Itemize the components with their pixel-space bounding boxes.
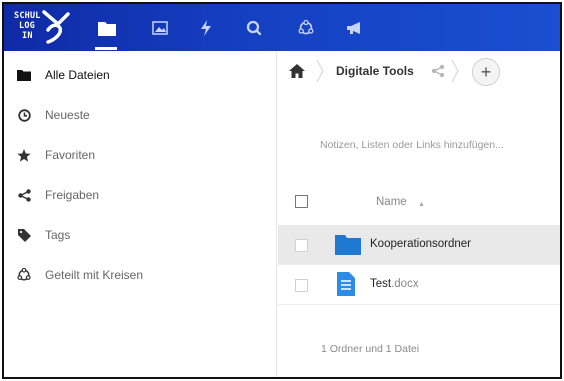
select-all-checkbox[interactable] [295,195,308,208]
share-icon[interactable] [431,64,445,78]
file-count-summary: 1 Ordner und 1 Datei [321,343,420,355]
folder-icon [17,68,31,82]
document-icon [337,272,355,296]
sidebar: Alle Dateien Neueste Favoriten Freigaben… [4,51,277,377]
folder-icon [335,235,361,255]
circles-icon[interactable] [294,16,318,40]
top-header: SCHUL LOG IN [4,4,560,51]
row-checkbox[interactable] [295,279,308,292]
sidebar-item-neueste[interactable]: Neueste [4,95,276,135]
logo-line-2: LOG [19,21,35,31]
share-icon [17,188,31,202]
schul-logo[interactable]: SCHUL LOG IN [14,10,76,46]
announcement-icon[interactable] [343,16,367,40]
active-app-indicator [95,47,117,50]
files-content: Digitale Tools + Notizen, Listen oder Li… [278,51,560,377]
files-icon[interactable] [95,16,119,40]
sidebar-item-freigaben[interactable]: Freigaben [4,175,276,215]
breadcrumb-current-folder[interactable]: Digitale Tools [336,64,414,78]
logo-line-3: IN [22,31,33,41]
breadcrumb-separator-icon [316,59,324,83]
file-basename: Kooperationsordner [370,238,472,250]
name-column-header[interactable]: Name [376,196,407,208]
circles-icon [17,268,31,282]
sidebar-item-label: Favoriten [45,148,96,162]
table-row[interactable]: Test.docx [278,265,560,305]
clock-icon [17,108,31,122]
file-name[interactable]: Kooperationsordner [370,238,471,250]
gallery-icon[interactable] [148,16,172,40]
star-icon [17,148,31,162]
file-name[interactable]: Test.docx [370,278,419,290]
add-button[interactable]: + [472,58,500,86]
file-basename: Test [370,278,392,290]
sidebar-item-alle-dateien[interactable]: Alle Dateien [4,55,276,95]
home-icon[interactable] [289,64,305,78]
logo-mark-icon [42,10,70,44]
app-window: SCHUL LOG IN Alle Dateien Neueste Favori… [2,2,562,379]
table-row[interactable]: Kooperationsordner [278,225,560,265]
sidebar-item-label: Neueste [45,108,90,122]
sidebar-item-favoriten[interactable]: Favoriten [4,135,276,175]
breadcrumb: Digitale Tools + [278,51,560,91]
sidebar-item-label: Alle Dateien [45,68,110,82]
row-checkbox[interactable] [295,239,308,252]
notes-field[interactable]: Notizen, Listen oder Links hinzufügen... [320,139,504,151]
sidebar-item-tags[interactable]: Tags [4,215,276,255]
activity-icon[interactable] [194,16,218,40]
logo-line-1: SCHUL [14,11,41,21]
sidebar-item-label: Tags [45,228,71,242]
logo-text: SCHUL LOG IN [14,11,41,41]
breadcrumb-separator-icon [451,59,459,83]
sidebar-item-geteilt-mit-kreisen[interactable]: Geteilt mit Kreisen [4,255,276,295]
sidebar-item-label: Geteilt mit Kreisen [45,268,144,282]
file-extension: .docx [391,278,419,290]
sidebar-item-label: Freigaben [45,188,100,202]
tag-icon [17,228,31,242]
sort-ascending-icon: ▲ [418,201,425,208]
search-icon[interactable] [242,16,266,40]
